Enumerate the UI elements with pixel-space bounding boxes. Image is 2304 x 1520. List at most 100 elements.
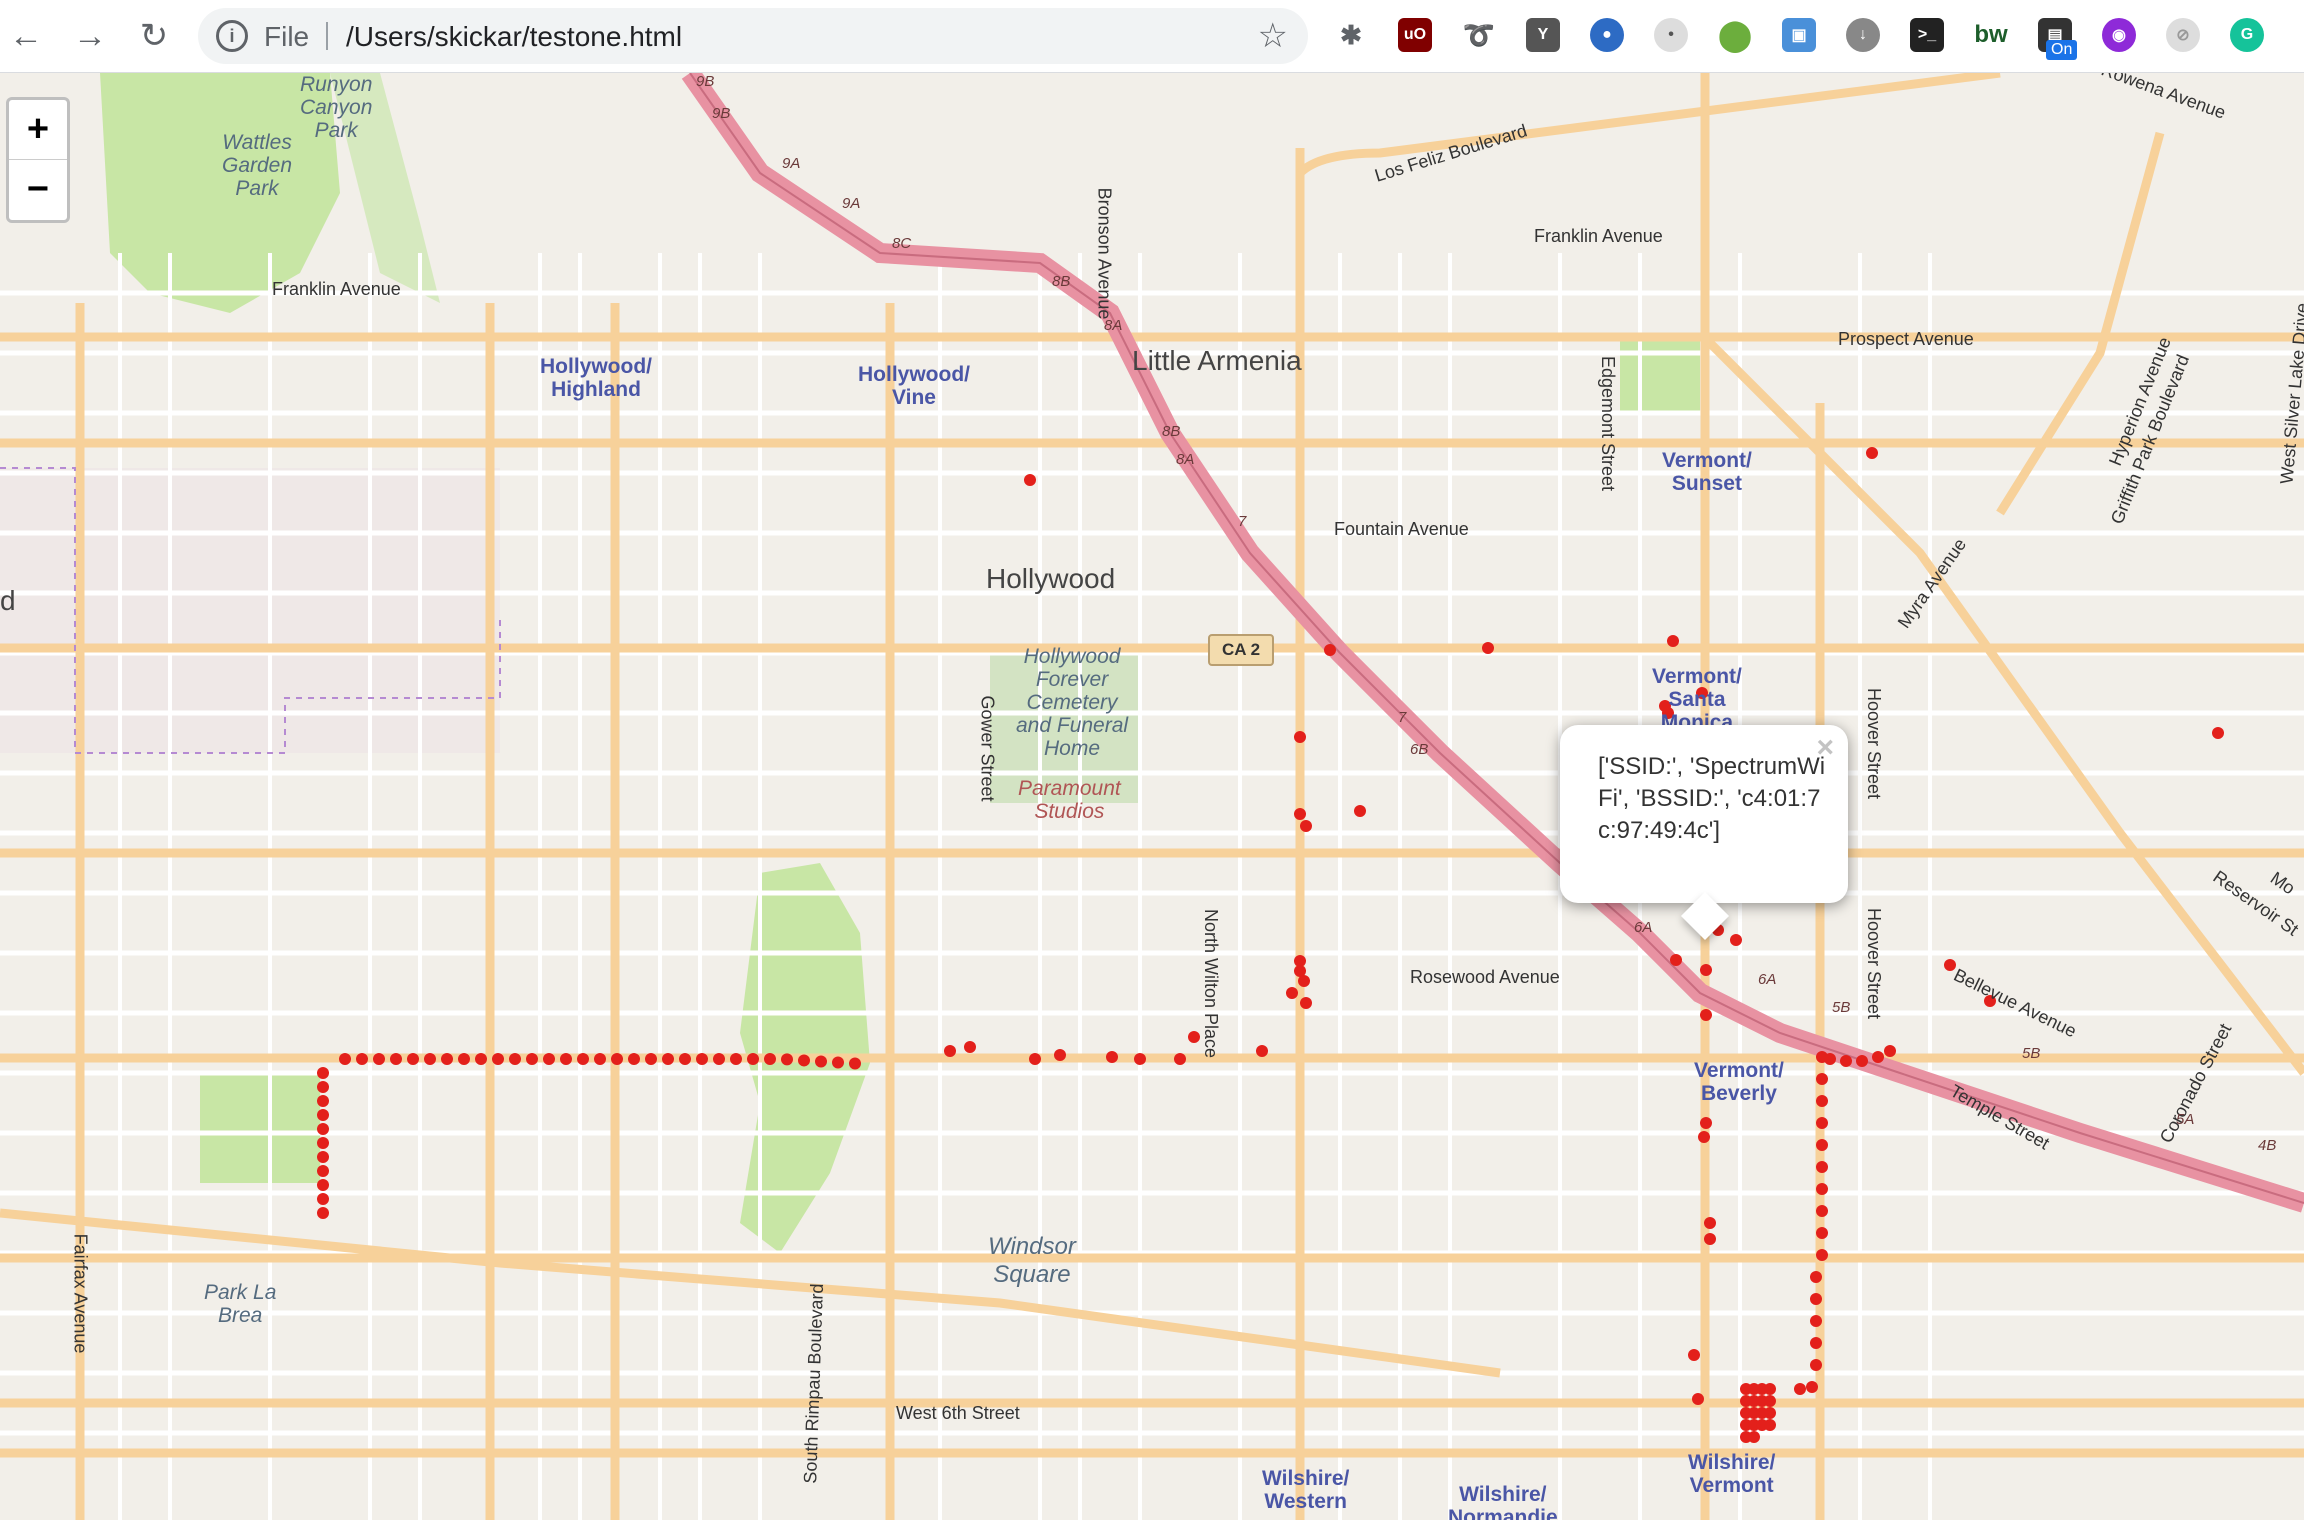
wifi-marker[interactable] [1054,1049,1066,1061]
wifi-marker[interactable] [1188,1031,1200,1043]
wifi-marker[interactable] [317,1165,329,1177]
url-text[interactable]: /Users/skickar/testone.html [346,21,682,53]
wifi-marker[interactable] [815,1055,827,1068]
wifi-marker[interactable] [1816,1117,1828,1129]
wifi-marker[interactable] [713,1053,725,1065]
wifi-marker[interactable] [577,1053,589,1065]
wifi-marker[interactable] [1698,1131,1710,1143]
record-icon[interactable]: • [1654,18,1688,52]
wifi-marker[interactable] [764,1053,776,1065]
wifi-marker[interactable] [317,1095,329,1107]
wifi-marker[interactable] [1816,1139,1828,1151]
wifi-marker[interactable] [832,1056,844,1069]
wifi-marker[interactable] [628,1053,640,1065]
wifi-marker[interactable] [944,1045,956,1057]
wifi-marker[interactable] [441,1053,453,1065]
wifi-marker[interactable] [1294,731,1306,743]
wifi-marker[interactable] [1810,1337,1822,1349]
wifi-marker[interactable] [798,1054,810,1067]
wifi-marker[interactable] [2212,727,2224,739]
wifi-marker[interactable] [373,1053,385,1065]
wifi-marker[interactable] [543,1053,555,1065]
orb-icon[interactable]: ◉ [2102,18,2136,52]
wifi-marker[interactable] [526,1053,538,1065]
wifi-marker[interactable] [1670,954,1682,966]
wifi-marker[interactable] [424,1053,436,1065]
wifi-marker[interactable] [1816,1205,1828,1217]
wifi-marker[interactable] [458,1053,470,1065]
wifi-marker[interactable] [1884,1045,1896,1057]
wifi-marker[interactable] [1810,1315,1822,1327]
dnd-icon[interactable]: ⊘ [2166,18,2200,52]
info-icon[interactable]: i [216,20,248,52]
wifi-marker[interactable] [1810,1271,1822,1283]
wifi-marker[interactable] [1704,1233,1716,1245]
puzzle-extension-icon[interactable]: ✱ [1334,18,1368,52]
download-icon[interactable]: ↓ [1846,18,1880,52]
wifi-marker[interactable] [1794,1383,1806,1395]
wifi-marker[interactable] [849,1057,861,1070]
wifi-marker[interactable] [1024,474,1036,486]
wifi-marker[interactable] [1692,1393,1704,1405]
wifi-marker[interactable] [1700,1009,1712,1021]
wifi-marker[interactable] [1134,1053,1146,1065]
wifi-marker[interactable] [1816,1183,1828,1195]
wifi-marker[interactable] [1856,1055,1868,1067]
bw-icon[interactable]: bw [1974,18,2008,52]
wifi-marker[interactable] [781,1053,793,1066]
wifi-marker[interactable] [1806,1381,1818,1393]
camera-icon[interactable]: ▣ [1782,18,1816,52]
wifi-marker[interactable] [1482,642,1494,654]
wifi-marker[interactable] [1764,1383,1776,1395]
wifi-marker[interactable] [645,1053,657,1065]
maps-pin-icon[interactable]: ⬤ [1718,18,1752,52]
wifi-marker[interactable] [1029,1053,1041,1065]
wifi-marker[interactable] [1764,1395,1776,1407]
wifi-marker[interactable] [1764,1419,1776,1431]
wifi-marker[interactable] [1300,997,1312,1009]
wifi-marker[interactable] [1816,1227,1828,1239]
wifi-marker[interactable] [1816,1073,1828,1085]
wifi-marker[interactable] [964,1041,976,1053]
wifi-marker[interactable] [1866,447,1878,459]
wifi-marker[interactable] [1256,1045,1268,1057]
wifi-marker[interactable] [492,1053,504,1065]
wifi-marker[interactable] [317,1067,329,1079]
wifi-marker[interactable] [1688,1349,1700,1361]
wifi-marker[interactable] [1810,1293,1822,1305]
wifi-marker[interactable] [747,1053,759,1065]
wifi-marker[interactable] [1816,1095,1828,1107]
wifi-marker[interactable] [1667,635,1679,647]
wifi-marker[interactable] [1810,1359,1822,1371]
grammarly-icon[interactable]: G [2230,18,2264,52]
wifi-marker[interactable] [317,1137,329,1149]
wifi-marker[interactable] [1748,1431,1760,1443]
wifi-marker[interactable] [594,1053,606,1065]
wifi-marker[interactable] [1816,1249,1828,1261]
wifi-marker[interactable] [1106,1051,1118,1063]
wifi-marker[interactable] [390,1053,402,1065]
back-arrow-icon[interactable]: ← [2,12,50,60]
wifi-marker[interactable] [1840,1055,1852,1067]
wifi-marker[interactable] [1700,964,1712,976]
wifi-marker[interactable] [339,1053,351,1065]
globe-icon[interactable]: ● [1590,18,1624,52]
wifi-marker[interactable] [611,1053,623,1065]
wifi-marker[interactable] [509,1053,521,1065]
wifi-marker[interactable] [1324,644,1336,656]
wifi-marker[interactable] [1824,1053,1836,1065]
wifi-marker[interactable] [560,1053,572,1065]
wifi-marker[interactable] [1700,1117,1712,1129]
zoom-out-button[interactable]: − [9,160,67,219]
wifi-marker[interactable] [317,1207,329,1219]
wifi-marker[interactable] [475,1053,487,1065]
wifi-marker[interactable] [1730,934,1742,946]
bookmark-star-icon[interactable]: ☆ [1258,16,1288,56]
wifi-marker[interactable] [1944,959,1956,971]
lasso-icon[interactable]: ➰ [1462,18,1496,52]
ublock-icon[interactable]: uO [1398,18,1432,52]
wifi-marker[interactable] [317,1151,329,1163]
wifi-marker[interactable] [317,1081,329,1093]
wifi-marker[interactable] [407,1053,419,1065]
wifi-marker[interactable] [317,1123,329,1135]
